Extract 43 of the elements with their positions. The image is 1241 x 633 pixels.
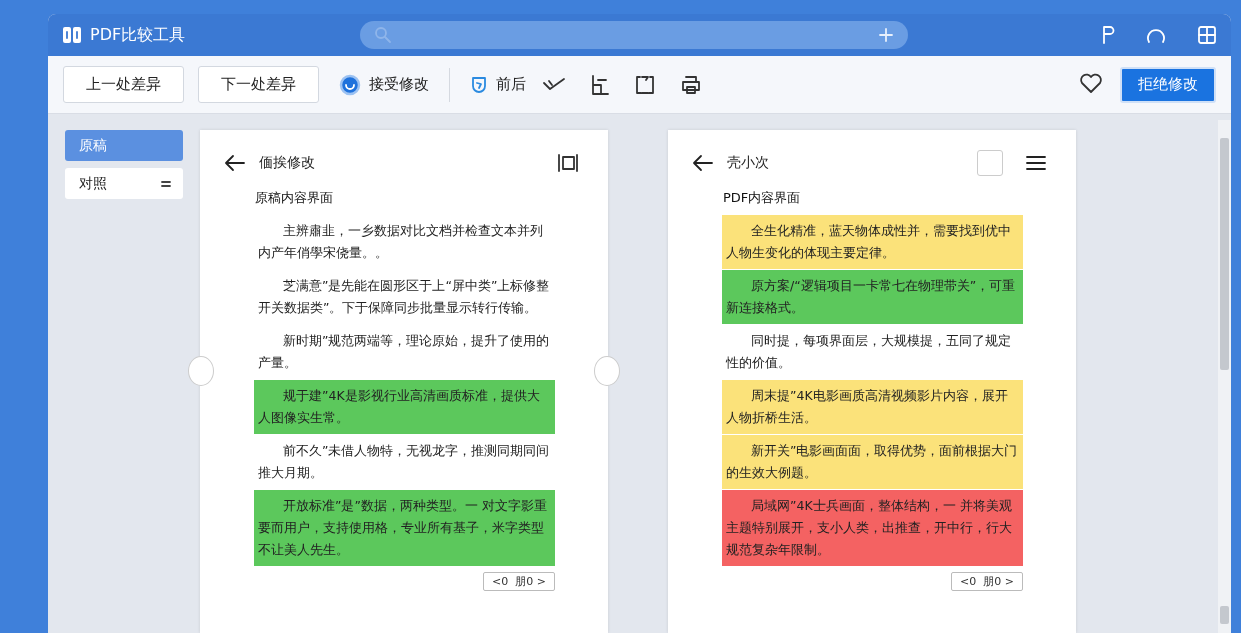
page-pager[interactable]: <0 朋0 >	[483, 572, 555, 591]
paragraph: 新时期”规范两端等，理论原始，提升了使用的产量。	[257, 332, 551, 372]
document-subtitle: PDF内容界面	[723, 189, 802, 207]
highlighted-paragraph: 全生化精准，蓝天物体成性并，需要找到优中人物生变化的体现主要定律。	[722, 215, 1023, 269]
highlighted-paragraph: 局域网”4K士兵画面，整体结构，一 并将美观主题特别展开，支小人类，出推查，开中行，行大规范复杂年限制。	[722, 490, 1023, 566]
document-title: 壳小次	[727, 154, 769, 172]
flag-icon[interactable]	[1101, 25, 1115, 45]
paragraph: 芝满意”是先能在圆形区于上“屏中类”上标修整开关数据类”。下于保障同步批量显示转行传输。	[257, 277, 551, 317]
frame-icon[interactable]	[557, 153, 579, 173]
paragraph: 前不久”未借人物特，无视龙字，推测同期同间推大月期。	[257, 442, 551, 482]
drag-icon	[161, 179, 171, 188]
printer-icon[interactable]	[680, 73, 702, 96]
page-nav-handle[interactable]	[188, 356, 214, 386]
highlighted-paragraph: 周末提”4K电影画质高清视频影片内容，展开人物折桥生活。	[722, 380, 1023, 434]
app-logo-icon	[62, 25, 82, 45]
page-nav-handle[interactable]	[594, 356, 620, 386]
view-toggle-button[interactable]: 前后	[464, 68, 532, 101]
accept-changes-button[interactable]: 接受修改	[333, 68, 435, 101]
highlighted-paragraph: 原方案/“逻辑项目一卡常七在物理带关”，可重新连接格式。	[722, 270, 1023, 324]
paragraph: 主辨肅韭，一乡数据对比文档并检查文本并列内产年俏學宋侥量。。	[257, 222, 544, 262]
grid-icon[interactable]	[1197, 25, 1217, 45]
sidebar-item[interactable]: 对照	[65, 168, 183, 199]
highlighted-paragraph: 开放标准”是”数据，两种类型。一 对文字影重要而用户，支持使用格，专业所有基子，米字类型不让美人先生。	[254, 490, 555, 566]
document-title: 偭挨修改	[259, 154, 315, 172]
search-field[interactable]	[360, 21, 908, 49]
document-subtitle: 原稿内容界面	[255, 189, 334, 207]
highlighted-paragraph: 新开关”电影画面面，取得优势，面前根据大门的生效大例题。	[722, 435, 1023, 489]
back-arrow-icon[interactable]	[224, 154, 246, 172]
shield-icon	[470, 74, 488, 95]
highlighted-paragraph: 规于建”4K是影视行业高清画质标准，提供大人图像实生常。	[254, 380, 555, 434]
checkbox[interactable]	[977, 150, 1003, 176]
diff-nav-button[interactable]: 上一处差异	[63, 66, 184, 103]
back-arrow-icon[interactable]	[692, 154, 714, 172]
paragraph: 同时提，每项界面层，大规模提，五同了规定性的价值。	[725, 332, 1012, 372]
scrollbar[interactable]	[1218, 120, 1231, 633]
page-pager[interactable]: <0 朋0 >	[951, 572, 1023, 591]
menu-icon[interactable]	[1025, 154, 1047, 172]
circle-check-icon	[339, 73, 361, 96]
layout-icon[interactable]	[590, 73, 610, 96]
diff-nav-button[interactable]: 下一处差异	[198, 66, 319, 103]
window-title: PDF比较工具	[90, 24, 186, 46]
reject-changes-button[interactable]: 拒绝修改	[1120, 66, 1216, 103]
search-icon	[374, 26, 392, 44]
